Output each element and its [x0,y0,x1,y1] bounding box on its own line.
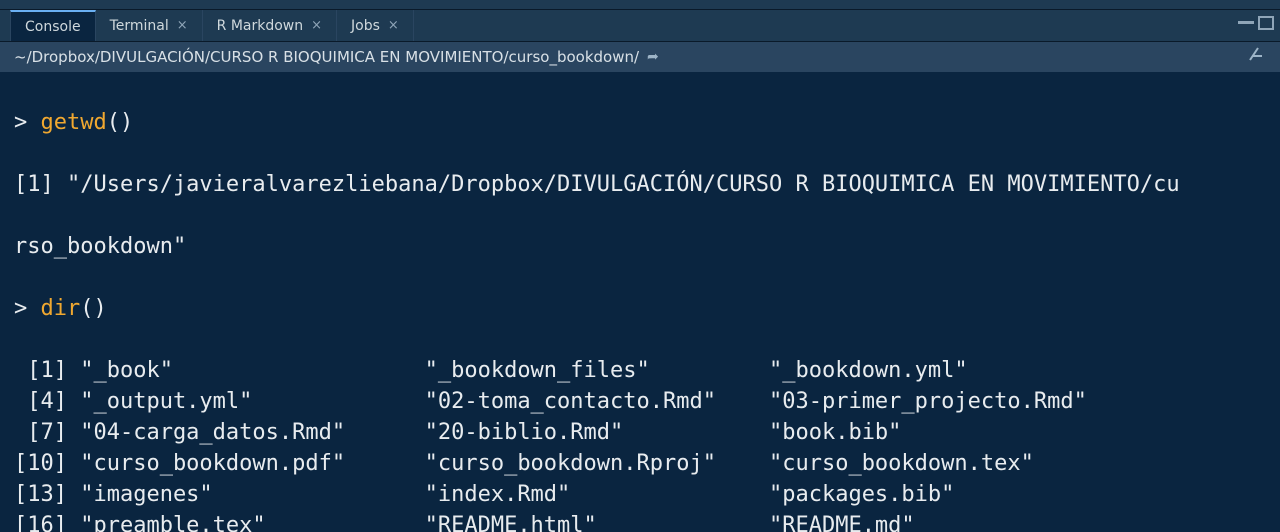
dir-listing: [1] "_book" "_bookdown_files" "_bookdown… [14,355,1266,532]
maximize-icon[interactable] [1258,16,1274,30]
dir-row: [10] "curso_bookdown.pdf" "curso_bookdow… [14,448,1266,479]
close-icon[interactable]: × [311,18,322,33]
dir-row: [16] "preamble.tex" "README.html" "READM… [14,510,1266,532]
command: getwd [41,110,107,135]
dir-row: [4] "_output.yml" "02-toma_contacto.Rmd"… [14,386,1266,417]
console-output[interactable]: > getwd() [1] "/Users/javieralvarezlieba… [0,72,1280,532]
dir-row: [13] "imagenes" "index.Rmd" "packages.bi… [14,479,1266,510]
tab-terminal[interactable]: Terminal × [96,10,203,41]
minimize-icon[interactable] [1238,21,1254,24]
console-line: > dir() [14,293,1266,324]
console-line: rso_bookdown" [14,231,1266,262]
clear-console-icon[interactable] [1248,46,1266,68]
tab-label: Terminal [110,18,169,34]
prompt: > [14,296,27,321]
pane-window-controls [1238,16,1274,30]
tab-label: R Markdown [217,18,303,34]
console-line: > getwd() [14,107,1266,138]
console-line: [1] "/Users/javieralvarezliebana/Dropbox… [14,169,1266,200]
tab-rmarkdown[interactable]: R Markdown × [203,10,337,41]
tab-console[interactable]: Console [10,10,96,41]
tab-label: Jobs [351,18,380,34]
go-to-directory-icon[interactable]: ➦ [647,49,659,65]
close-icon[interactable]: × [177,18,188,33]
prompt: > [14,110,27,135]
parens: () [80,296,107,321]
top-strip [0,0,1280,10]
close-icon[interactable]: × [388,18,399,33]
working-directory-path: ~/Dropbox/DIVULGACIÓN/CURSO R BIOQUIMICA… [14,48,639,66]
pane-tabs: Console Terminal × R Markdown × Jobs × [0,10,1280,42]
tab-label: Console [25,19,81,35]
parens: () [107,110,134,135]
working-directory-row: ~/Dropbox/DIVULGACIÓN/CURSO R BIOQUIMICA… [0,42,1280,72]
dir-row: [1] "_book" "_bookdown_files" "_bookdown… [14,355,1266,386]
tab-jobs[interactable]: Jobs × [337,10,414,41]
dir-row: [7] "04-carga_datos.Rmd" "20-biblio.Rmd"… [14,417,1266,448]
command: dir [41,296,81,321]
